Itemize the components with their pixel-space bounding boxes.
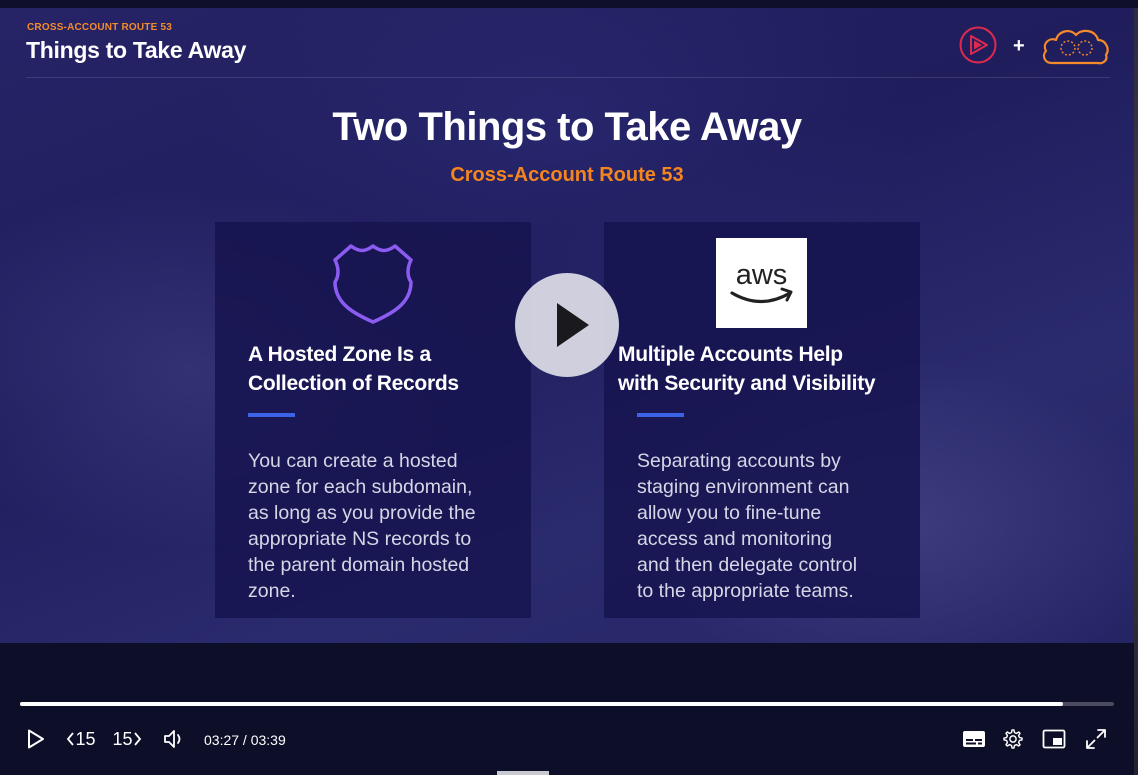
slide-frame[interactable]: CROSS-ACCOUNT ROUTE 53 Things to Take Aw… bbox=[0, 8, 1134, 643]
card-body-line: allow you to fine-tune bbox=[637, 502, 822, 524]
card-body-line: to the appropriate teams. bbox=[637, 580, 854, 602]
captions-icon bbox=[963, 731, 985, 747]
chevron-right-icon bbox=[133, 732, 141, 746]
big-play-button[interactable] bbox=[515, 273, 619, 377]
card-title-line: Collection of Records bbox=[248, 372, 459, 395]
progress-fill bbox=[20, 702, 1063, 706]
volume-icon bbox=[164, 730, 181, 748]
chevron-left-icon bbox=[67, 732, 75, 746]
takeaway-card-multiple-accounts: aws Multiple Accounts Help with Security… bbox=[604, 222, 920, 618]
play-icon bbox=[28, 729, 44, 749]
skip-back-15-button[interactable]: 15 bbox=[64, 725, 98, 753]
fullscreen-icon bbox=[1086, 729, 1106, 749]
gear-icon bbox=[1003, 729, 1023, 749]
timecode: 03:27 / 03:39 bbox=[204, 732, 286, 748]
header-divider bbox=[26, 77, 1110, 78]
slide-header-title: Things to Take Away bbox=[26, 37, 247, 63]
picture-in-picture-icon bbox=[1042, 729, 1066, 749]
captions-button[interactable] bbox=[961, 725, 987, 753]
slide-title: Two Things to Take Away bbox=[332, 105, 802, 149]
top-bar bbox=[0, 0, 1138, 8]
bottom-edge-fragment bbox=[497, 771, 549, 775]
card-accent-rule bbox=[248, 413, 295, 417]
card-body-line: zone. bbox=[248, 580, 296, 602]
play-icon bbox=[557, 303, 589, 347]
skip-forward-15-button[interactable]: 15 bbox=[110, 725, 144, 753]
card-body-line: the parent domain hosted bbox=[248, 554, 470, 576]
card-title: A Hosted Zone Is a Collection of Records bbox=[248, 340, 528, 398]
shield-icon bbox=[333, 244, 413, 324]
card-body: Separating accounts by staging environme… bbox=[637, 448, 907, 604]
card-body-line: appropriate NS records to bbox=[248, 528, 472, 550]
takeaway-card-hosted-zone: A Hosted Zone Is a Collection of Records… bbox=[215, 222, 531, 618]
skip-forward-label: 15 bbox=[112, 728, 133, 749]
card-body: You can create a hosted zone for each su… bbox=[248, 448, 518, 604]
card-body-line: access and monitoring bbox=[637, 528, 833, 550]
slide-subtitle: Cross-Account Route 53 bbox=[450, 164, 684, 186]
window-edge bbox=[1134, 8, 1138, 775]
aws-logo-text: aws bbox=[736, 259, 788, 291]
card-title: Multiple Accounts Help with Security and… bbox=[618, 340, 918, 398]
card-title-line: A Hosted Zone Is a bbox=[248, 343, 431, 366]
card-body-line: staging environment can bbox=[637, 476, 850, 498]
card-body-line: Separating accounts by bbox=[637, 450, 841, 472]
card-body-line: and then delegate control bbox=[637, 554, 858, 576]
card-body-line: zone for each subdomain, bbox=[248, 476, 473, 498]
slide-kicker: CROSS-ACCOUNT ROUTE 53 bbox=[27, 22, 172, 33]
logo-plus: + bbox=[1013, 35, 1025, 57]
fullscreen-button[interactable] bbox=[1083, 725, 1109, 753]
play-button[interactable] bbox=[24, 725, 48, 753]
card-accent-rule bbox=[637, 413, 684, 417]
cloud-guru-logo-icon bbox=[1042, 29, 1109, 65]
aws-logo-graphic: aws bbox=[730, 259, 793, 303]
card-body-line: as long as you provide the bbox=[248, 502, 476, 524]
settings-button[interactable] bbox=[1000, 725, 1026, 753]
pluralsight-logo-icon bbox=[959, 26, 997, 64]
player-controls: 15 15 03:27 / 03:39 bbox=[0, 643, 1134, 775]
picture-in-picture-button[interactable] bbox=[1041, 725, 1067, 753]
card-body-line: You can create a hosted bbox=[248, 450, 458, 472]
video-player[interactable]: CROSS-ACCOUNT ROUTE 53 Things to Take Aw… bbox=[0, 0, 1138, 775]
card-title-line: with Security and Visibility bbox=[618, 372, 876, 395]
card-title-line: Multiple Accounts Help bbox=[618, 343, 843, 366]
progress-bar[interactable] bbox=[20, 702, 1114, 706]
skip-back-label: 15 bbox=[75, 728, 96, 749]
aws-logo-icon: aws bbox=[716, 238, 807, 328]
volume-button[interactable] bbox=[160, 725, 188, 753]
